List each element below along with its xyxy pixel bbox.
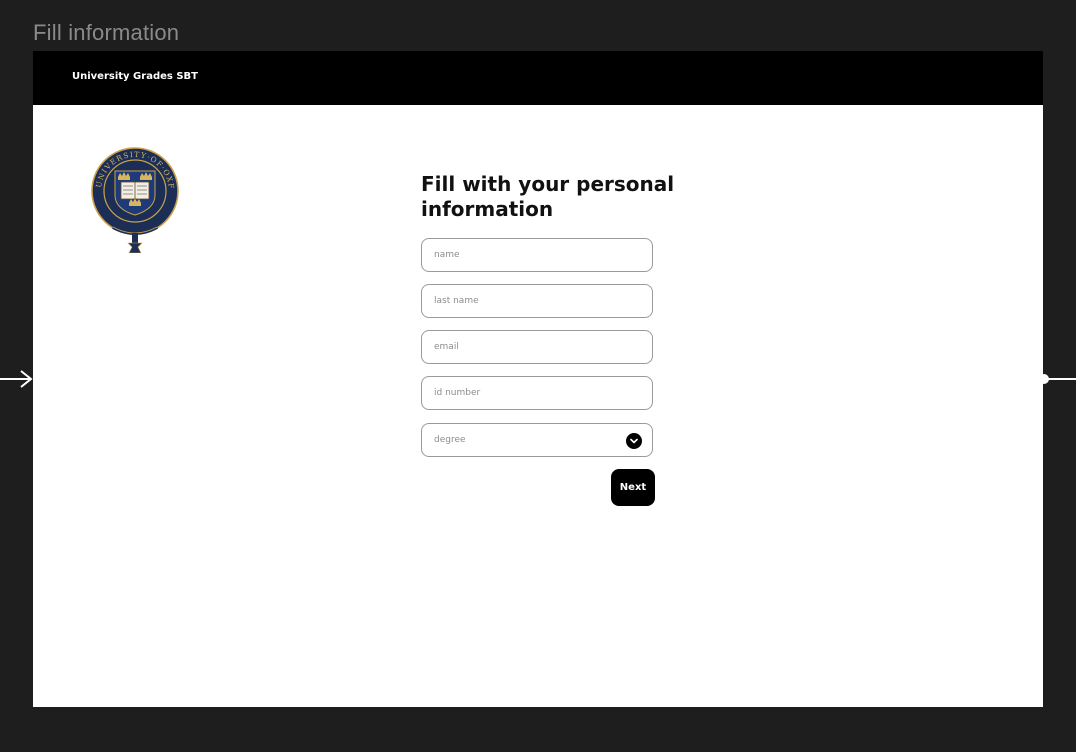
app-title: University Grades SBT [72, 71, 198, 82]
last-name-input[interactable] [422, 285, 652, 317]
email-field[interactable] [421, 330, 653, 364]
name-field[interactable] [421, 238, 653, 272]
next-button[interactable]: Next [611, 469, 655, 506]
id-number-input[interactable] [422, 377, 652, 409]
name-input[interactable] [422, 239, 652, 271]
university-crest-icon: UNIVERSITY·OF·OXFORD [91, 147, 179, 253]
prototype-arrow-icon [0, 370, 33, 388]
prototype-connector-icon [1039, 374, 1076, 384]
app-frame: University Grades SBT UNIVERSITY·OF·OXFO… [33, 51, 1043, 707]
top-navbar: University Grades SBT [33, 51, 1043, 105]
frame-title: Fill information [33, 20, 180, 45]
degree-select[interactable]: degree [421, 423, 653, 457]
design-canvas: Fill information University Grades SBT U… [0, 0, 1076, 752]
id-number-field[interactable] [421, 376, 653, 410]
email-input[interactable] [422, 331, 652, 363]
chevron-down-icon[interactable] [626, 433, 642, 449]
last-name-field[interactable] [421, 284, 653, 318]
form-title: Fill with your personal information [421, 172, 675, 221]
degree-select-placeholder: degree [434, 435, 466, 445]
